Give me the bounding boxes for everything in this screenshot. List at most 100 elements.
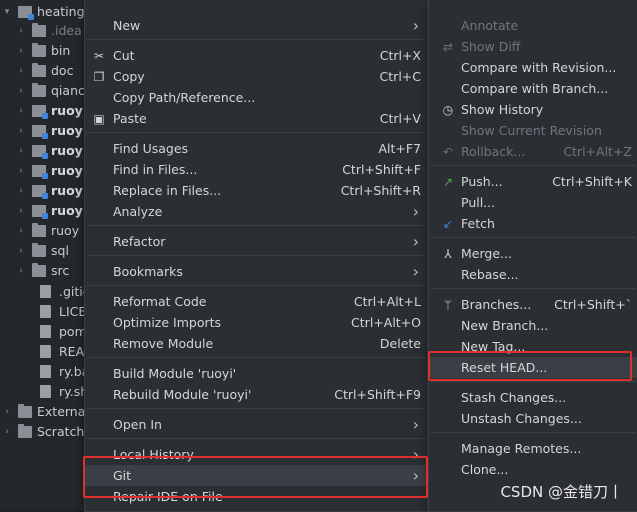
git_menu-item-annotate[interactable]: Annotate (429, 15, 637, 36)
chevron-down-icon[interactable]: ▾ (2, 2, 12, 22)
tree-row-label: qianc (51, 83, 85, 98)
context_menu-item-cut[interactable]: ✂ Cut Ctrl+X (85, 45, 427, 66)
chevron-right-icon[interactable]: › (16, 161, 26, 181)
tree-row[interactable]: › ruoy (0, 121, 90, 141)
menu-item-label: Reformat Code (113, 294, 207, 309)
chevron-right-icon[interactable]: › (2, 422, 12, 442)
context_menu-item-rebuild-module-ruoyi[interactable]: Rebuild Module 'ruoyi' Ctrl+Shift+F9 (85, 384, 427, 405)
context_menu-item-open-in[interactable]: Open In › (85, 414, 427, 435)
menu-item-label: Compare with Branch... (461, 81, 609, 96)
menu-item-label: Remove Module (113, 336, 214, 351)
tree-row[interactable]: .gitig (0, 282, 91, 302)
tree-row[interactable]: › Scratche (0, 422, 92, 442)
tree-row[interactable]: › sql (0, 241, 90, 261)
folder-icon (32, 105, 48, 119)
git_menu-item-stash-changes[interactable]: Stash Changes... (429, 387, 637, 408)
chevron-right-icon[interactable]: › (2, 402, 12, 422)
git_menu-item-branches[interactable]: ᛘ Branches... Ctrl+Shift+` (429, 294, 637, 315)
folder-icon (32, 243, 46, 257)
scissors-icon: ✂ (93, 49, 105, 63)
git_menu-item-unstash-changes[interactable]: Unstash Changes... (429, 408, 637, 429)
menu-separator (431, 381, 636, 382)
context_menu-item-bookmarks[interactable]: Bookmarks › (85, 261, 427, 282)
chevron-right-icon[interactable]: › (16, 101, 26, 121)
git_menu-item-clone[interactable]: Clone... (429, 459, 637, 480)
tree-row[interactable]: ry.ba (0, 362, 90, 382)
tree-row[interactable]: › ruoy (0, 201, 90, 221)
chevron-right-icon[interactable]: › (16, 41, 26, 61)
git_menu-item-new-branch[interactable]: New Branch... (429, 315, 637, 336)
context_menu-item-analyze[interactable]: Analyze › (85, 201, 427, 222)
tree-row[interactable]: › Externa (0, 402, 90, 422)
tree-row[interactable]: READ (0, 342, 94, 362)
git_menu-item-pull[interactable]: Pull... (429, 192, 637, 213)
context_menu-item-reformat-code[interactable]: Reformat Code Ctrl+Alt+L (85, 291, 427, 312)
context_menu-item-copy[interactable]: ❐ Copy Ctrl+C (85, 66, 427, 87)
tree-row[interactable]: LICE (0, 302, 90, 322)
tree-row-label: doc (51, 63, 74, 78)
chevron-right-icon: › (412, 262, 419, 281)
tree-row-label: sql (51, 243, 69, 258)
git_menu-item-rollback[interactable]: ↶ Rollback... Ctrl+Alt+Z (429, 141, 637, 162)
tree-row[interactable]: › .idea (0, 21, 90, 41)
tree-row-label: pom (59, 324, 87, 339)
tree-row[interactable]: › src (0, 261, 90, 281)
context_menu-item-find-in-files[interactable]: Find in Files... Ctrl+Shift+F (85, 159, 427, 180)
folder-icon (18, 404, 32, 418)
context_menu-item-replace-in-files[interactable]: Replace in Files... Ctrl+Shift+R (85, 180, 427, 201)
menu-item-shortcut: Ctrl+Shift+F (342, 162, 421, 177)
chevron-right-icon[interactable]: › (16, 221, 26, 241)
chevron-right-icon: › (412, 232, 419, 251)
chevron-right-icon[interactable]: › (16, 241, 26, 261)
git_menu-item-show-diff[interactable]: ⇄ Show Diff (429, 36, 637, 57)
chevron-right-icon[interactable]: › (16, 81, 26, 101)
chevron-right-icon[interactable]: › (16, 121, 26, 141)
context_menu-item-remove-module[interactable]: Remove Module Delete (85, 333, 427, 354)
context_menu-item-refactor[interactable]: Refactor › (85, 231, 427, 252)
menu-item-label: Copy Path/Reference... (113, 90, 256, 105)
context_menu-item-paste[interactable]: ▣ Paste Ctrl+V (85, 108, 427, 129)
context_menu-item-copy-path-reference[interactable]: Copy Path/Reference... (85, 87, 427, 108)
git_menu-item-compare-with-branch[interactable]: Compare with Branch... (429, 78, 637, 99)
context_menu-item-new[interactable]: New › (85, 15, 427, 36)
folder-icon (18, 424, 32, 438)
git_menu-item-show-current-revision[interactable]: Show Current Revision (429, 120, 637, 141)
git_menu-item-manage-remotes[interactable]: Manage Remotes... (429, 438, 637, 459)
tree-row[interactable]: › ruoy (0, 181, 90, 201)
menu-item-shortcut: Ctrl+V (379, 111, 421, 126)
git_menu-item-compare-with-revision[interactable]: Compare with Revision... (429, 57, 637, 78)
chevron-right-icon[interactable]: › (16, 261, 26, 281)
context_menu-item-optimize-imports[interactable]: Optimize Imports Ctrl+Alt+O (85, 312, 427, 333)
menu-item-label: Find in Files... (113, 162, 198, 177)
tree-row[interactable]: › ruoy (0, 161, 90, 181)
tree-row[interactable]: ▾ heating (0, 2, 90, 22)
git_menu-item-merge[interactable]: ⅄ Merge... (429, 243, 637, 264)
git_menu-item-push[interactable]: ↗ Push... Ctrl+Shift+K (429, 171, 637, 192)
chevron-right-icon[interactable]: › (16, 61, 26, 81)
chevron-right-icon[interactable]: › (16, 201, 26, 221)
tree-row[interactable]: ry.sh (0, 382, 90, 402)
context_menu-item-build-module-ruoyi[interactable]: Build Module 'ruoyi' (85, 363, 427, 384)
tree-row-label: LICE (59, 304, 87, 319)
project-tree: ▾ heating › .idea › bin › doc › qianc › ruoy › ruoy › r… (0, 0, 94, 511)
folder-icon (32, 63, 46, 77)
menu-item-label: Rollback... (461, 144, 526, 159)
context_menu-item-find-usages[interactable]: Find Usages Alt+F7 (85, 138, 427, 159)
menu-separator (87, 39, 425, 40)
tree-row[interactable]: › ruoy (0, 141, 90, 161)
chevron-right-icon[interactable]: › (16, 21, 26, 41)
chevron-right-icon[interactable]: › (16, 181, 26, 201)
git_menu-item-rebase[interactable]: Rebase... (429, 264, 637, 285)
menu-item-label: Build Module 'ruoyi' (113, 366, 237, 381)
tree-row[interactable]: pom (0, 322, 90, 342)
tree-row[interactable]: › ruoy (0, 221, 90, 241)
tree-row[interactable]: › doc (0, 61, 90, 81)
tree-row[interactable]: › ruoy (0, 101, 90, 121)
tree-row[interactable]: › bin (0, 41, 90, 61)
chevron-right-icon[interactable]: › (16, 141, 26, 161)
git_menu-item-fetch[interactable]: ↙ Fetch (429, 213, 637, 234)
menu-item-shortcut: Ctrl+Shift+` (554, 297, 632, 312)
folder-icon (32, 145, 48, 159)
tree-row[interactable]: › qianc (0, 81, 90, 101)
git_menu-item-show-history[interactable]: ◷ Show History (429, 99, 637, 120)
